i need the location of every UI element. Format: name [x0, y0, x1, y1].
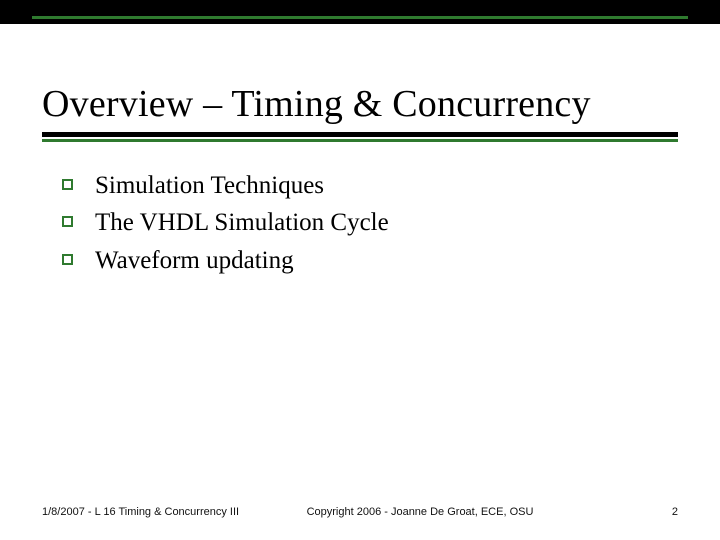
slide: Overview – Timing & Concurrency Simulati… — [0, 0, 720, 540]
list-item: Waveform updating — [62, 245, 658, 276]
list-item: Simulation Techniques — [62, 170, 658, 201]
square-bullet-icon — [62, 216, 73, 227]
list-item: The VHDL Simulation Cycle — [62, 207, 658, 238]
body: Simulation Techniques The VHDL Simulatio… — [62, 170, 658, 282]
slide-title: Overview – Timing & Concurrency — [42, 82, 678, 126]
top-bar-accent — [32, 16, 688, 19]
footer: 1/8/2007 - L 16 Timing & Concurrency III… — [42, 506, 678, 518]
list-item-text: The VHDL Simulation Cycle — [95, 207, 389, 238]
footer-center: Copyright 2006 - Joanne De Groat, ECE, O… — [242, 506, 598, 518]
top-bar — [0, 0, 720, 24]
square-bullet-icon — [62, 179, 73, 190]
footer-left: 1/8/2007 - L 16 Timing & Concurrency III — [42, 506, 242, 518]
list-item-text: Simulation Techniques — [95, 170, 324, 201]
title-underline — [42, 132, 678, 142]
square-bullet-icon — [62, 254, 73, 265]
footer-page-number: 2 — [598, 506, 678, 518]
title-underline-black — [42, 132, 678, 137]
list-item-text: Waveform updating — [95, 245, 294, 276]
title-underline-green — [42, 139, 678, 142]
